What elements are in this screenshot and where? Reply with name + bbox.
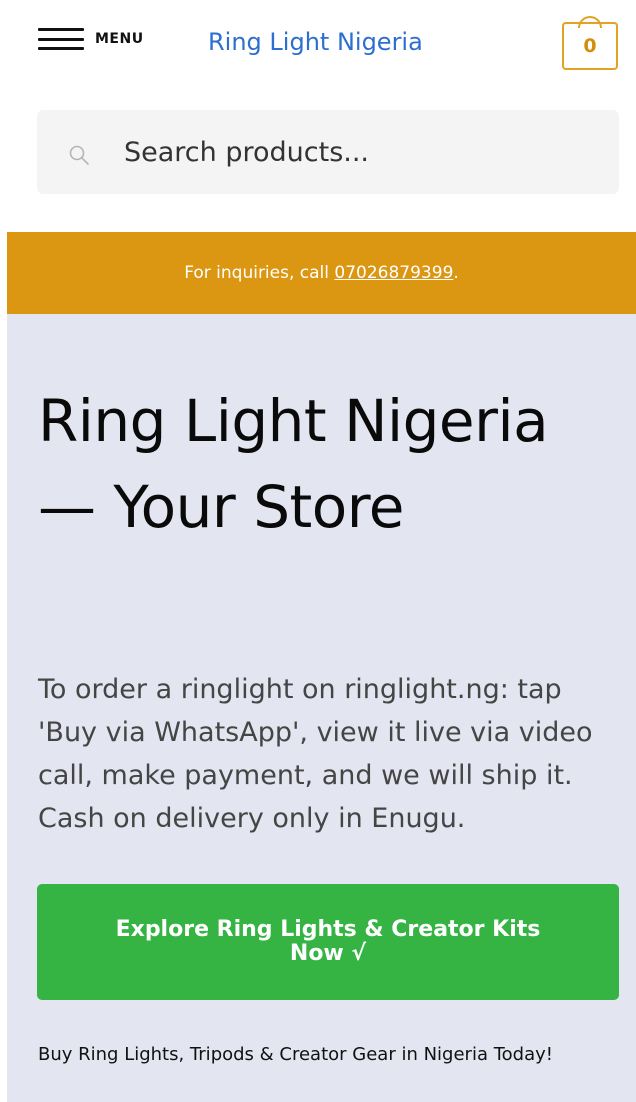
hamburger-icon [38,28,84,50]
hero-title: Ring Light Nigeria — Your Store [38,387,549,541]
search-icon [69,145,89,165]
banner-text: For inquiries, call [184,263,329,283]
inquiry-banner: For inquiries, call 07026879399. [7,232,636,314]
explore-button[interactable]: Explore Ring Lights & Creator Kits Now √ [37,884,619,1000]
banner-suffix: . [453,263,459,283]
site-header: MENU Ring Light Nigeria 0 [0,0,636,90]
search-input[interactable] [124,126,594,178]
cart-button[interactable]: 0 [562,16,618,70]
menu-button[interactable]: MENU [38,24,144,54]
phone-link[interactable]: 07026879399 [334,263,453,283]
cart-count: 0 [562,22,618,70]
site-title-link[interactable]: Ring Light Nigeria [208,28,423,56]
hero-description: To order a ringlight on ringlight.ng: ta… [38,674,593,834]
hero-tagline: Buy Ring Lights, Tripods & Creator Gear … [38,1044,553,1065]
menu-label: MENU [95,31,144,47]
